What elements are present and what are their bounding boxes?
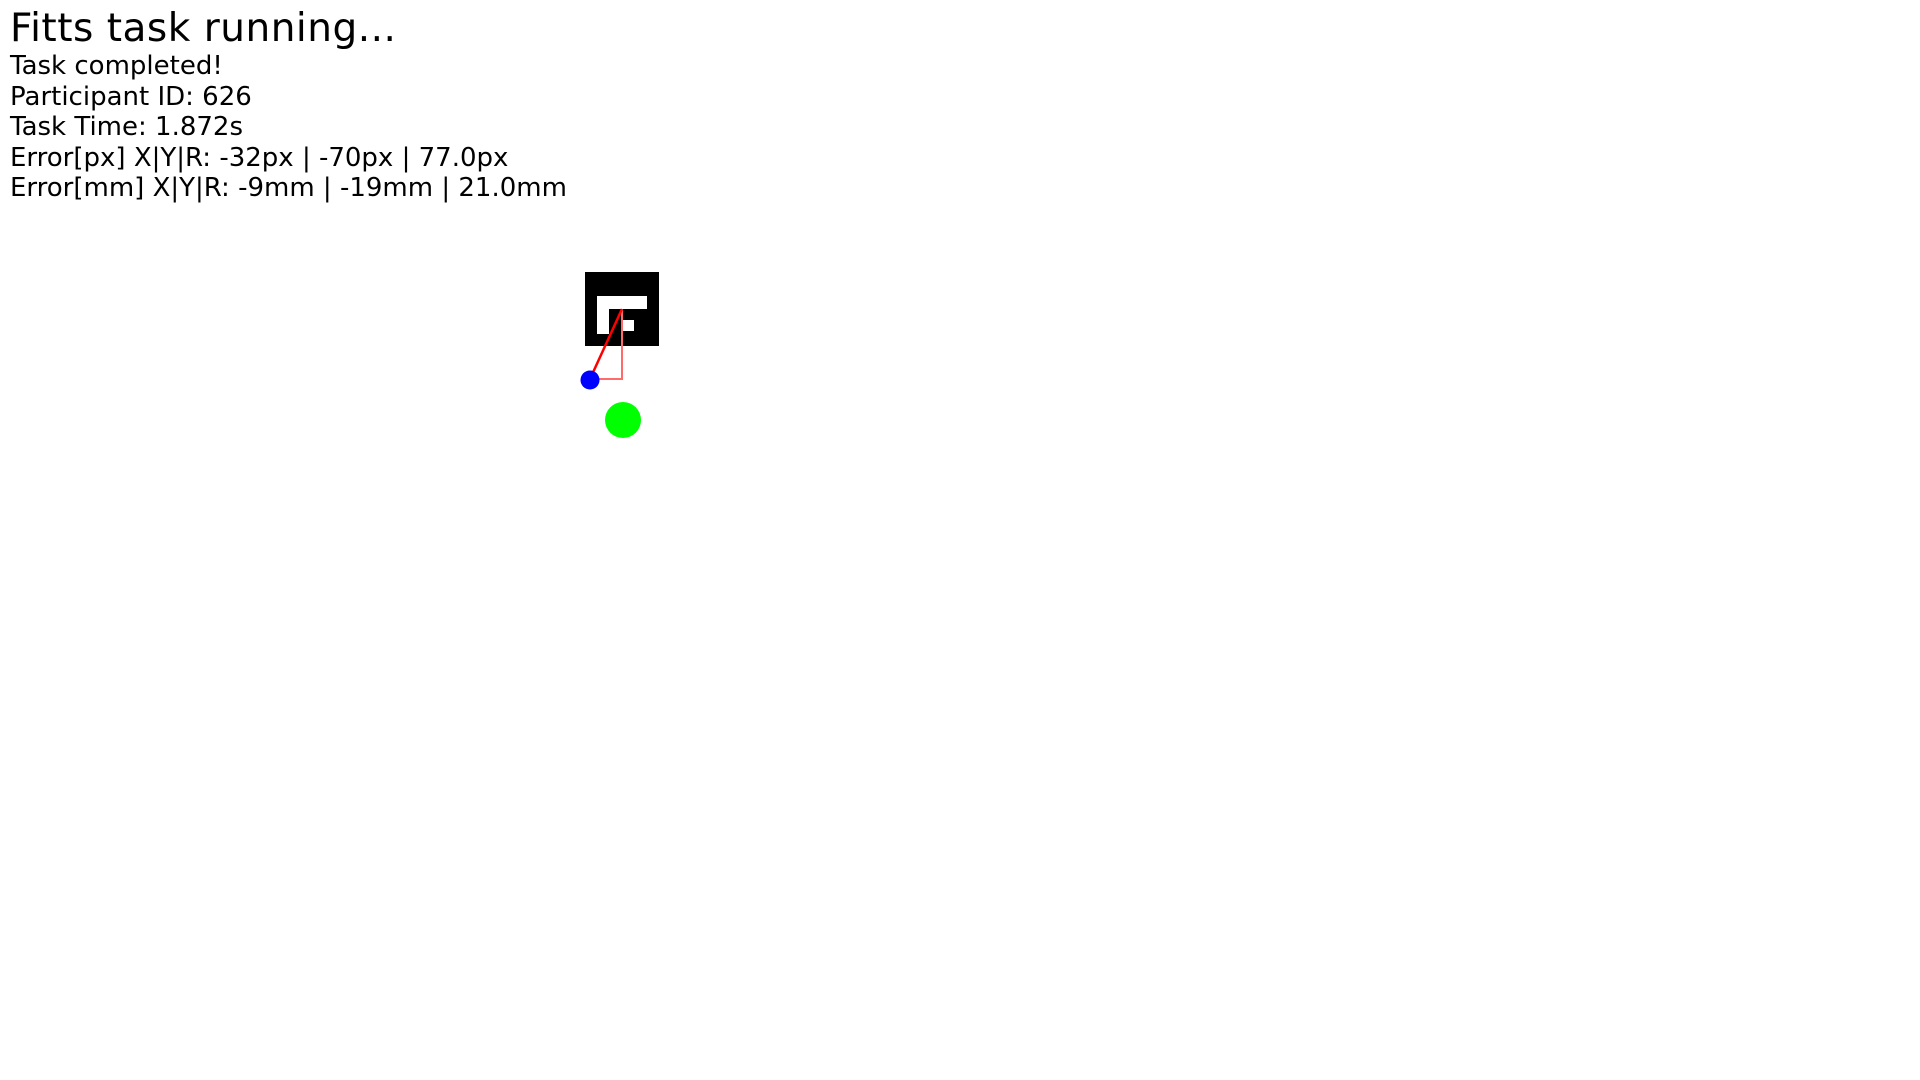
pixel-error-text: Error[px] X|Y|R: -32px | -70px | 77.0px xyxy=(10,142,509,173)
green-dot-icon xyxy=(605,402,641,438)
participant-id-text: Participant ID: 626 xyxy=(10,81,252,112)
status-panel: Fitts task running... Task completed! Pa… xyxy=(10,6,567,204)
error-visualization xyxy=(588,308,624,380)
error-components-lines xyxy=(590,309,623,380)
error-radial-line xyxy=(588,308,624,380)
blue-dot-icon xyxy=(580,370,600,390)
task-completed-text: Task completed! xyxy=(10,51,223,81)
aruco-marker-icon xyxy=(585,272,659,346)
task-status-title: Fitts task running... xyxy=(10,6,397,51)
mm-error-text: Error[mm] X|Y|R: -9mm | -19mm | 21.0mm xyxy=(10,173,567,203)
task-time-text: Task Time: 1.872s xyxy=(10,112,244,142)
